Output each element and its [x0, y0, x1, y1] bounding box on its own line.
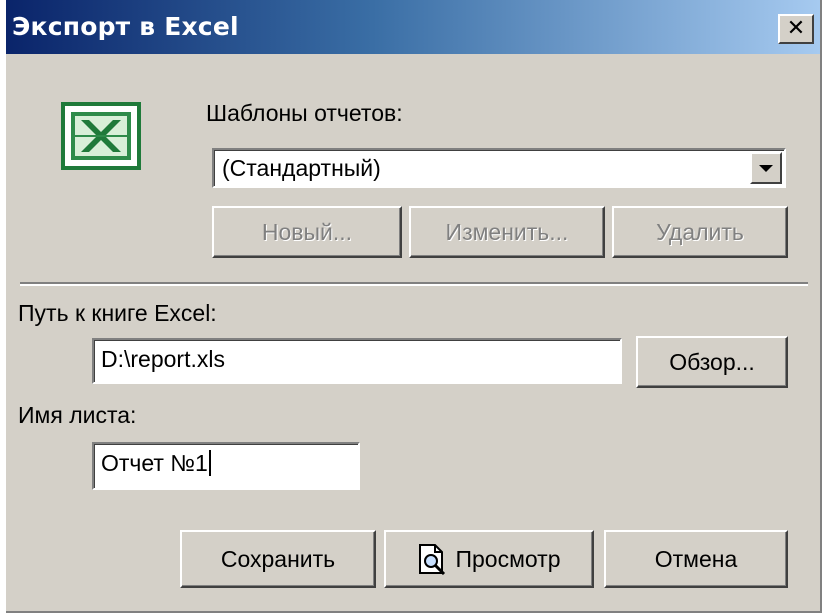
- separator: [20, 282, 808, 286]
- chevron-down-icon[interactable]: [750, 152, 782, 184]
- title-bar[interactable]: Экспорт в Excel ✕: [6, 0, 820, 54]
- cancel-button[interactable]: Отмена: [604, 530, 788, 588]
- templates-label: Шаблоны отчетов:: [206, 100, 403, 126]
- sheet-name-value: Отчет №1: [101, 450, 211, 477]
- edit-template-button[interactable]: Изменить...: [409, 206, 605, 258]
- sheet-name-input[interactable]: Отчет №1: [92, 442, 360, 490]
- export-to-excel-dialog: Экспорт в Excel ✕ Шаблоны отчетов: (Стан…: [6, 0, 822, 613]
- path-value: D:\report.xls: [101, 346, 225, 372]
- close-button[interactable]: ✕: [778, 14, 814, 44]
- sheet-name-text: Отчет №1: [101, 450, 208, 476]
- text-caret: [208, 450, 211, 476]
- preview-button[interactable]: Просмотр: [384, 530, 594, 588]
- templates-selected-value: (Стандартный): [222, 155, 381, 181]
- magnifier-page-icon: [419, 544, 446, 575]
- excel-icon: [61, 102, 141, 170]
- path-label: Путь к книге Excel:: [18, 300, 217, 326]
- delete-template-button[interactable]: Удалить: [612, 206, 788, 258]
- preview-label: Просмотр: [455, 545, 561, 572]
- path-input[interactable]: D:\report.xls: [92, 338, 622, 384]
- close-icon: ✕: [786, 15, 806, 40]
- sheet-name-label: Имя листа:: [18, 402, 137, 428]
- window-title: Экспорт в Excel: [12, 12, 239, 41]
- templates-combobox[interactable]: (Стандартный): [212, 148, 786, 188]
- browse-button[interactable]: Обзор...: [636, 336, 788, 388]
- new-template-button[interactable]: Новый...: [212, 206, 402, 258]
- save-button[interactable]: Сохранить: [180, 530, 376, 588]
